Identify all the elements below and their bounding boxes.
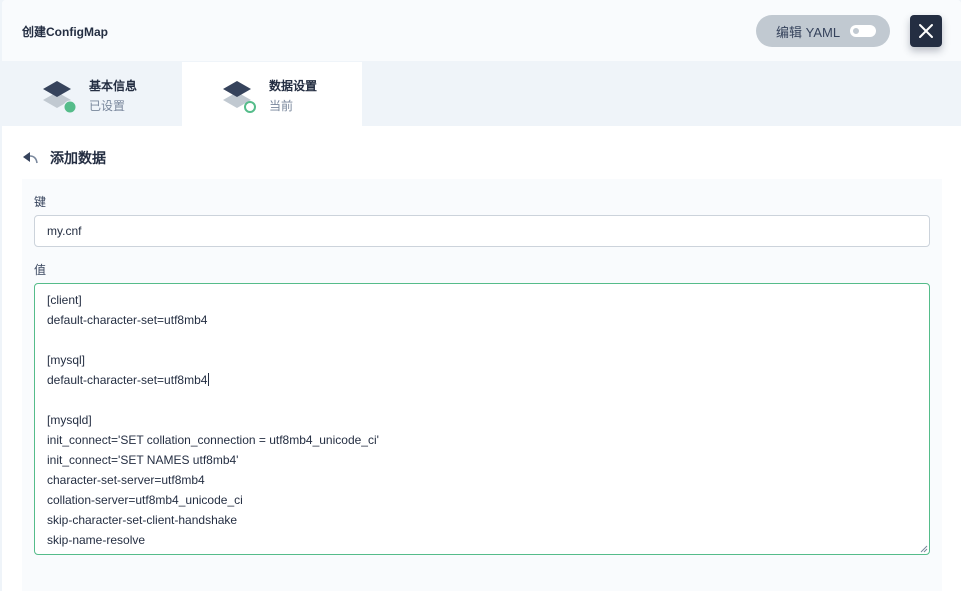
code-line: skip-character-set-client-handshake xyxy=(47,513,238,527)
code-line: [mysql] xyxy=(47,353,86,367)
data-form-panel: 键 my.cnf 值 [client] default-character-se… xyxy=(22,179,942,591)
code-line: skip-name-resolve xyxy=(47,533,146,547)
step-tabs: 基本信息 已设置 数据设置 当前 xyxy=(2,62,961,126)
layers-icon xyxy=(223,81,256,113)
code-line: collation-server=utf8mb4_unicode_ci xyxy=(47,493,243,507)
code-line: init_connect='SET NAMES utf8mb4' xyxy=(47,453,239,467)
step-status: 当前 xyxy=(269,99,294,113)
value-label: 值 xyxy=(34,263,47,277)
back-arrow-icon xyxy=(23,152,38,164)
code-line: default-character-set=utf8mb4 xyxy=(47,313,208,327)
code-line: init_connect='SET collation_connection =… xyxy=(47,433,379,447)
code-line: character-set-server=utf8mb4 xyxy=(47,473,205,487)
toggle-switch[interactable] xyxy=(850,25,877,37)
step-basic-info[interactable]: 基本信息 已设置 xyxy=(2,62,182,126)
edit-yaml-label: 编辑 YAML xyxy=(776,24,841,40)
close-icon xyxy=(919,24,933,38)
modal-body: 添加数据 键 my.cnf 值 [client] default-charact… xyxy=(2,126,961,591)
key-label: 键 xyxy=(34,195,47,209)
text-caret xyxy=(208,373,210,386)
modal-title: 创建ConfigMap xyxy=(22,25,108,39)
step-name: 基本信息 xyxy=(89,79,138,93)
modal-header: 创建ConfigMap 编辑 YAML xyxy=(2,0,961,62)
resize-handle-icon[interactable] xyxy=(920,545,928,553)
value-textarea[interactable]: [client] default-character-set=utf8mb4 [… xyxy=(34,283,930,555)
create-configmap-modal: 创建ConfigMap 编辑 YAML 基本信息 已设置 数据设置 当前 添加数… xyxy=(2,0,961,591)
code-line: [mysqld] xyxy=(47,413,92,427)
key-input[interactable]: my.cnf xyxy=(34,215,930,247)
step-name: 数据设置 xyxy=(269,79,318,93)
step-data-settings[interactable]: 数据设置 当前 xyxy=(182,62,362,126)
back-button[interactable]: 添加数据 xyxy=(22,148,106,168)
code-line: [client] xyxy=(47,293,82,307)
back-label: 添加数据 xyxy=(50,150,106,166)
layers-icon xyxy=(43,81,77,114)
code-line: default-character-set=utf8mb4 xyxy=(47,373,208,387)
close-button[interactable] xyxy=(910,15,942,47)
step-status: 已设置 xyxy=(89,99,126,113)
code-line-with-caret: default-character-set=utf8mb4 xyxy=(47,372,917,392)
edit-yaml-toggle[interactable]: 编辑 YAML xyxy=(756,15,890,47)
